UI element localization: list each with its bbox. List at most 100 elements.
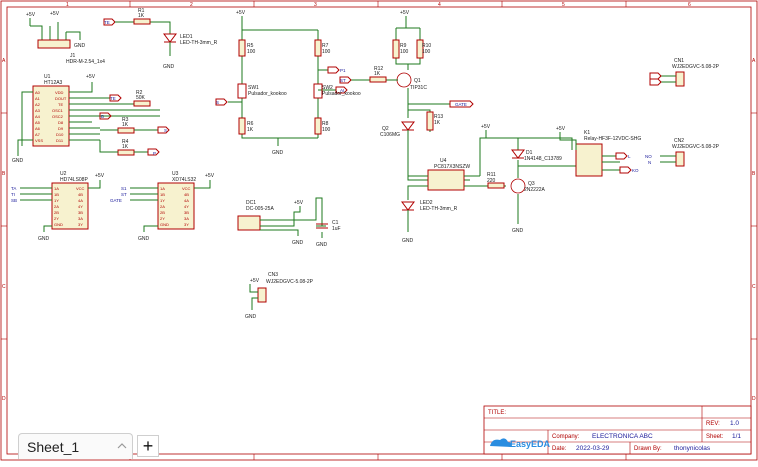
col-label-1: 1	[66, 2, 69, 8]
net-gate-label: GATE	[455, 102, 467, 107]
cn3-vcc-label: +5V	[250, 278, 260, 284]
u1-pin-a3: A3	[35, 108, 41, 113]
u2-pin-1a: 1A	[54, 186, 59, 191]
u3-net-gate: GATE	[110, 198, 122, 203]
u1-pin-d11: D11	[56, 138, 64, 143]
u2-net-ta: TA	[11, 186, 16, 191]
col-label-3: 3	[314, 2, 317, 8]
chevron-up-icon[interactable]	[116, 440, 128, 452]
u3-pin-vcc: VCC	[182, 186, 191, 191]
r8-value: 100	[322, 127, 331, 133]
u1-pin-a0: A0	[35, 90, 41, 95]
u2-pin-gnd: GND	[54, 222, 63, 227]
u1-pin-vss: VSS	[35, 138, 43, 143]
u3-pin-gnd: GND	[160, 222, 169, 227]
net-ko-label: KO	[632, 168, 639, 173]
led1-gnd-label: GND	[163, 64, 175, 70]
u1-pin-osc1: OSC1	[52, 108, 64, 113]
sw-gnd-label: GND	[272, 150, 284, 156]
company-value: ELECTRONICA ABC	[592, 433, 653, 440]
r3-value: 1K	[122, 122, 129, 128]
r1-value: 1K	[138, 13, 145, 19]
u2-pin-3b: 3B	[78, 210, 83, 215]
drawn-value: thonynicolas	[674, 445, 711, 452]
u2-net-sb: SB	[11, 198, 17, 203]
net-p-label: P	[153, 151, 156, 156]
u1-value: HT12A3	[44, 80, 63, 86]
r2-value: 50K	[136, 95, 146, 101]
u3-pin-1b: 1B	[160, 192, 165, 197]
r5-value: 100	[247, 49, 256, 55]
u1-pin-d10: D10	[56, 132, 64, 137]
component-r2[interactable]	[133, 100, 151, 107]
sheet-value: 1/1	[732, 433, 741, 440]
u1-pin-a1: A1	[35, 96, 41, 101]
r6-value: 1K	[247, 127, 254, 133]
net-s-label: S	[164, 128, 167, 133]
rev-value: 1.0	[730, 420, 739, 427]
net-ai-label: AI	[340, 88, 344, 93]
u3-pin-2b: 2B	[160, 210, 165, 215]
q3-gnd-label: GND	[512, 228, 524, 234]
u4-gnd-label: GND	[402, 238, 414, 244]
led2-value: LED-TH-3mm_R	[420, 206, 458, 212]
u3-value: XD74LS32	[172, 177, 196, 183]
u3-vcc-label: +5V	[205, 173, 215, 179]
u3-pin-1y: 1Y	[160, 198, 165, 203]
u4-value: PC817X3NSZW	[434, 164, 470, 170]
add-sheet-button[interactable]: +	[137, 435, 159, 457]
net-s-sw-label: S	[216, 100, 219, 105]
net-n-label: N	[648, 160, 651, 165]
net-te-label: TE	[110, 96, 116, 101]
q1-vcc-label: +5V	[400, 10, 410, 16]
tab-sheet-1[interactable]: Sheet_1	[18, 433, 133, 459]
u2-pin-1y: 1Y	[54, 198, 59, 203]
sheet-label: Sheet:	[706, 434, 724, 440]
drawn-label: Drawn By:	[634, 446, 662, 452]
title-label: TITLE:	[488, 410, 506, 416]
company-label: Company:	[552, 434, 580, 440]
u2-pin-4b: 4B	[78, 192, 83, 197]
k1-vcc-label: +5V	[556, 126, 566, 132]
led1-value: LED-TH-3mm_R	[180, 40, 218, 46]
u2-pin-vcc: VCC	[76, 186, 85, 191]
u2-value: HD74LS08P	[60, 177, 88, 183]
u3-pin-4b: 4B	[184, 192, 189, 197]
sheet-tab-bar: Sheet_1 +	[18, 433, 159, 459]
u3-pin-2y: 2Y	[160, 216, 165, 221]
row-label-c-right: C	[752, 284, 756, 290]
r11-value: 220	[487, 178, 496, 184]
u2-pin-2y: 2Y	[54, 216, 59, 221]
j1-value: HDR-M-2.54_1x4	[66, 59, 105, 65]
q1-ref: Q1	[414, 78, 421, 84]
net-p1-label: P1	[340, 68, 346, 73]
u2-gnd-label: GND	[38, 236, 50, 242]
cn3-ref: CN3	[268, 272, 278, 278]
u3-pin-4y: 4Y	[184, 204, 189, 209]
u1-pin-a7: A7	[35, 132, 41, 137]
j1-vcc-label: +5V	[26, 12, 36, 18]
u3-pin-3a: 3A	[184, 216, 189, 221]
r12-value: 1K	[374, 71, 381, 77]
u3-net-s1: S1	[121, 186, 127, 191]
u3-pin-4a: 4A	[184, 198, 189, 203]
tab-sheet-label: Sheet_1	[27, 439, 80, 455]
sw1-value: Pulsador_kookoo	[248, 91, 287, 97]
col-label-2: 2	[190, 2, 193, 8]
schematic-sheet[interactable]: 1 2 3 4 5 6 A B C D A B C D +5V +5V GND …	[0, 0, 758, 462]
u2-pin-2b: 2B	[54, 210, 59, 215]
u2-pin-3a: 3A	[78, 216, 83, 221]
date-value: 2022-03-29	[576, 445, 610, 452]
u2-pin-4y: 4Y	[78, 204, 83, 209]
u2-net-ti: TI	[11, 192, 15, 197]
u1-pin-vdd: VDD	[55, 90, 64, 95]
q2-value: C106MG	[380, 132, 400, 138]
r4-value: 1K	[122, 144, 129, 150]
col-label-4: 4	[438, 2, 441, 8]
u1-pin-dout: DOUT	[55, 96, 67, 101]
r13-value: 1K	[434, 120, 441, 126]
q3-vcc-label: +5V	[481, 124, 491, 130]
rev-label: REV:	[706, 421, 720, 427]
u3-net-st: ST	[121, 192, 127, 197]
u1-pin-d8: D8	[58, 120, 64, 125]
